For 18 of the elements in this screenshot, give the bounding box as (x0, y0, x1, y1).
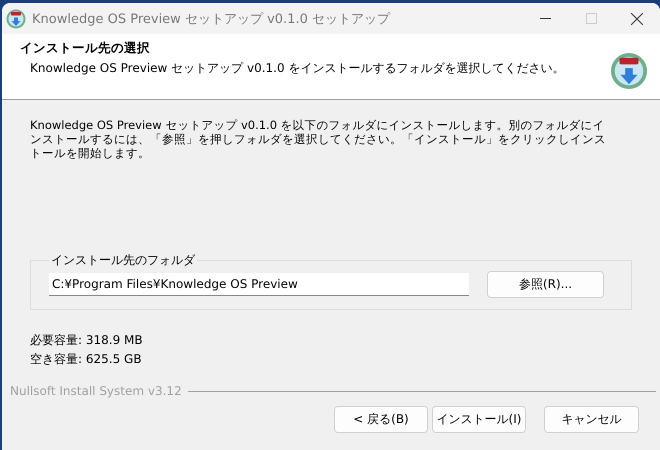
browse-button[interactable]: 参照(R)... (487, 271, 604, 298)
available-space: 空き容量: 625.5 GB (30, 351, 143, 368)
install-button[interactable]: インストール(I) (432, 406, 526, 433)
folder-path-field[interactable]: C:¥Program Files¥Knowledge OS Preview (49, 273, 469, 296)
close-icon[interactable] (631, 12, 643, 24)
back-button[interactable]: < 戻る(B) (334, 406, 428, 433)
window-title: Knowledge OS Preview セットアップ v0.1.0 セットアップ (32, 10, 392, 28)
page-title: インストール先の選択 (20, 40, 151, 57)
minimize-icon[interactable] (540, 18, 550, 19)
required-space: 必要容量: 318.9 MB (30, 332, 144, 349)
app-icon (6, 8, 26, 28)
installer-logo-icon (610, 52, 648, 90)
description-text: Knowledge OS Preview セットアップ v0.1.0 を以下のフォルダにインストールします。別のフォルダにインストールするには、「参照」を押しフォルダを選択してください。「インストール」をクリックしインストールを開始します。 (30, 118, 607, 160)
branding-text: Nullsoft Install System v3.12 (10, 384, 182, 398)
page-subtitle: Knowledge OS Preview セットアップ v0.1.0 をインストールするフォルダを選択してください。 (30, 61, 566, 75)
maximize-icon (586, 13, 596, 24)
group-label: インストール先のフォルダ (50, 252, 196, 269)
cancel-button[interactable]: キャンセル (544, 406, 639, 433)
